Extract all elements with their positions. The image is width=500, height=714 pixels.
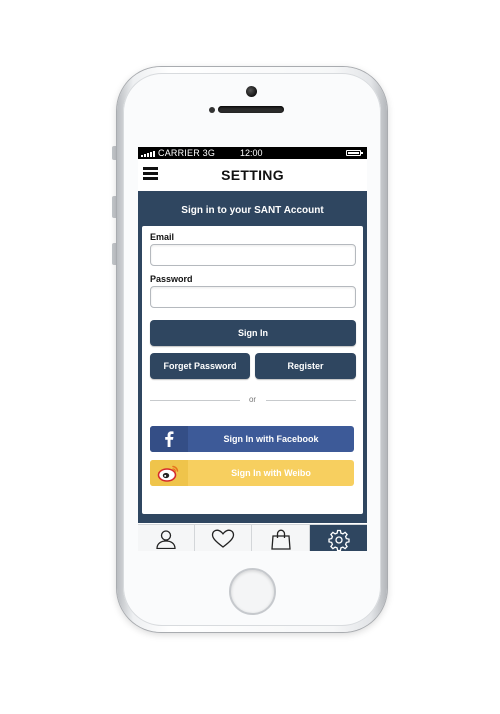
earpiece-speaker (218, 106, 284, 113)
password-field[interactable] (150, 286, 356, 308)
weibo-signin-label: Sign In with Weibo (231, 468, 311, 478)
gear-icon (327, 529, 350, 551)
email-field[interactable] (150, 244, 356, 266)
status-bar: CARRIER 3G 12:00 (138, 147, 367, 159)
status-time: 12:00 (240, 148, 263, 158)
register-button[interactable]: Register (255, 353, 356, 379)
front-camera (246, 86, 257, 97)
proximity-sensor (209, 107, 215, 113)
battery-icon (346, 150, 363, 156)
tab-bar (138, 524, 367, 551)
facebook-icon (150, 426, 188, 452)
signal-icon (141, 150, 155, 157)
password-label: Password (150, 274, 193, 284)
sign-in-button[interactable]: Sign In (150, 320, 356, 346)
phone-screen: CARRIER 3G 12:00 SETTING Sign in to your… (138, 147, 367, 551)
signin-panel: Sign in to your SANT Account Email Passw… (138, 191, 367, 523)
signin-header: Sign in to your SANT Account (181, 205, 324, 216)
home-button[interactable] (229, 568, 276, 615)
forget-password-button[interactable]: Forget Password (150, 353, 250, 379)
divider-right (266, 400, 356, 401)
tab-cart[interactable] (252, 525, 310, 551)
email-label: Email (150, 232, 175, 242)
tab-settings[interactable] (310, 525, 367, 551)
facebook-signin-button[interactable]: Sign In with Facebook (150, 426, 354, 452)
carrier-label: CARRIER 3G (158, 148, 216, 158)
shopping-bag-icon (270, 529, 291, 550)
weibo-signin-button[interactable]: Sign In with Weibo (150, 460, 354, 486)
heart-icon (211, 529, 235, 548)
user-icon (156, 530, 176, 549)
facebook-signin-label: Sign In with Facebook (223, 434, 319, 444)
tab-favorites[interactable] (195, 525, 252, 551)
signin-card: Email Password Sign In Forget Password R… (142, 226, 363, 514)
weibo-icon (150, 460, 188, 486)
tab-profile[interactable] (138, 525, 195, 551)
page-title: SETTING (221, 167, 284, 183)
nav-bar: SETTING (138, 159, 367, 191)
